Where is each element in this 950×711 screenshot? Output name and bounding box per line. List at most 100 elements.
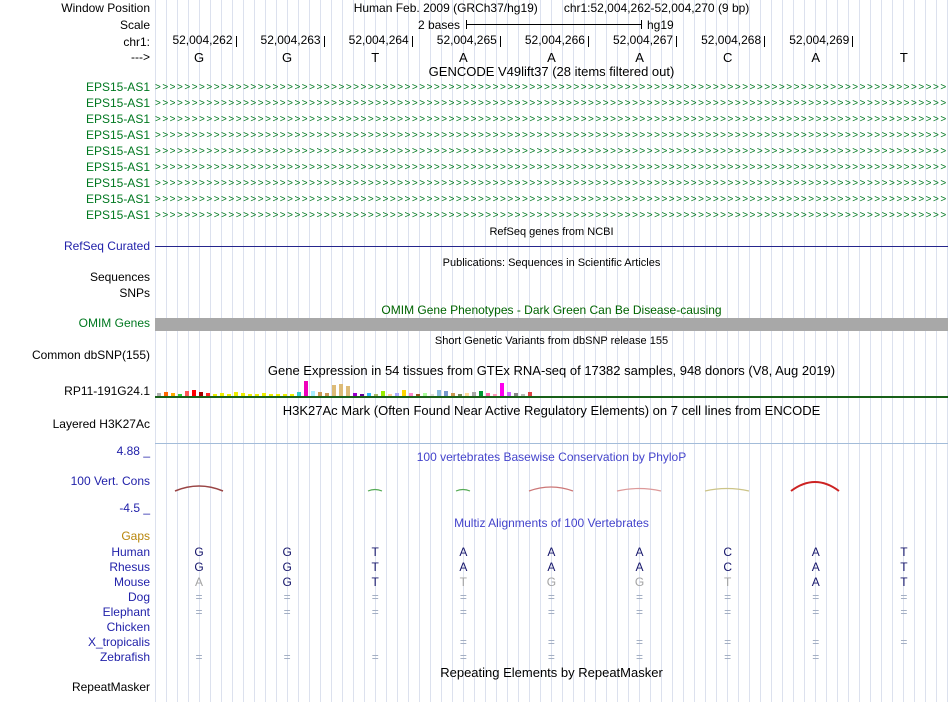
conservation-peak xyxy=(367,488,383,492)
alignment-base: = xyxy=(459,605,467,619)
ruler-position-label[interactable]: 52,004,269 xyxy=(775,34,849,47)
gene-label[interactable]: EPS15-AS1 xyxy=(0,96,150,111)
gtex-gene-model-line xyxy=(155,396,948,398)
track-title-refseq[interactable]: RefSeq genes from NCBI xyxy=(155,225,948,239)
gene-label[interactable]: EPS15-AS1 xyxy=(0,192,150,207)
alignment-base: T xyxy=(371,560,379,574)
track-title-h3k27ac[interactable]: H3K27Ac Mark (Often Found Near Active Re… xyxy=(155,404,948,418)
scale-value: 2 bases xyxy=(417,18,460,32)
reference-base: G xyxy=(193,50,205,65)
transcript-item[interactable]: >>>>>>>>>>>>>>>>>>>>>>>>>>>>>>>>>>>>>>>>… xyxy=(155,160,948,176)
conservation-peak xyxy=(174,485,224,492)
alignment-base: = xyxy=(283,590,291,604)
species-label[interactable]: Mouse xyxy=(0,575,150,590)
transcript-item[interactable]: >>>>>>>>>>>>>>>>>>>>>>>>>>>>>>>>>>>>>>>>… xyxy=(155,128,948,144)
ruler-tick xyxy=(764,36,766,47)
transcript-item[interactable]: >>>>>>>>>>>>>>>>>>>>>>>>>>>>>>>>>>>>>>>>… xyxy=(155,80,948,96)
reference-base: A xyxy=(635,50,644,65)
alignment-base: = xyxy=(900,635,908,649)
track-title-repeatmasker[interactable]: Repeating Elements by RepeatMasker xyxy=(155,666,948,680)
track-title-dbsnp[interactable]: Short Genetic Variants from dbSNP releas… xyxy=(155,334,948,348)
alignment-base: = xyxy=(900,590,908,604)
track-label-layered-h3k27ac[interactable]: Layered H3K27Ac xyxy=(0,417,150,432)
alignment-base: = xyxy=(547,605,555,619)
alignment-base: = xyxy=(724,605,732,619)
assembly-name: Human Feb. 2009 (GRCh37/hg19) xyxy=(353,1,538,15)
alignment-base: = xyxy=(195,590,203,604)
species-label[interactable]: Human xyxy=(0,545,150,560)
transcript-item[interactable]: >>>>>>>>>>>>>>>>>>>>>>>>>>>>>>>>>>>>>>>>… xyxy=(155,208,948,224)
alignment-base: = xyxy=(195,650,203,664)
transcript-item[interactable]: >>>>>>>>>>>>>>>>>>>>>>>>>>>>>>>>>>>>>>>>… xyxy=(155,112,948,128)
track-label-gtex-gene[interactable]: RP11-191G24.1 xyxy=(0,384,150,399)
gene-label[interactable]: EPS15-AS1 xyxy=(0,160,150,175)
alignment-base: = xyxy=(547,650,555,664)
transcript-item[interactable]: >>>>>>>>>>>>>>>>>>>>>>>>>>>>>>>>>>>>>>>>… xyxy=(155,96,948,112)
track-label-common-dbsnp[interactable]: Common dbSNP(155) xyxy=(0,348,150,363)
track-title-publications[interactable]: Publications: Sequences in Scientific Ar… xyxy=(155,256,948,270)
gene-label[interactable]: EPS15-AS1 xyxy=(0,176,150,191)
track-label-omim-genes[interactable]: OMIM Genes xyxy=(0,316,150,331)
alignment-base: A xyxy=(635,545,644,559)
conservation-peak xyxy=(455,488,471,492)
alignment-base: A xyxy=(811,545,820,559)
alignment-base: = xyxy=(371,650,379,664)
ruler-position-label[interactable]: 52,004,263 xyxy=(247,34,321,47)
transcript-item[interactable]: >>>>>>>>>>>>>>>>>>>>>>>>>>>>>>>>>>>>>>>>… xyxy=(155,192,948,208)
track-title-omim[interactable]: OMIM Gene Phenotypes - Dark Green Can Be… xyxy=(155,303,948,317)
alignment-base: T xyxy=(459,575,467,589)
ruler-position-label[interactable]: 52,004,264 xyxy=(335,34,409,47)
position-header: Human Feb. 2009 (GRCh37/hg19) chr1:52,00… xyxy=(155,1,948,15)
ruler-position-label[interactable]: 52,004,267 xyxy=(599,34,673,47)
alignment-base: = xyxy=(636,635,644,649)
ruler-position-label[interactable]: 52,004,266 xyxy=(511,34,585,47)
ruler-position-label[interactable]: 52,004,265 xyxy=(423,34,497,47)
alignment-base: G xyxy=(546,575,557,589)
alignment-base: T xyxy=(723,575,732,589)
alignment-base: A xyxy=(459,545,468,559)
track-title-gencode[interactable]: GENCODE V49lift37 (28 items filtered out… xyxy=(155,65,948,79)
alignment-base: = xyxy=(283,650,291,664)
track-title-multiz[interactable]: Multiz Alignments of 100 Vertebrates xyxy=(155,516,948,530)
track-label-refseq-curated[interactable]: RefSeq Curated xyxy=(0,239,150,254)
strand-direction-label: ---> xyxy=(131,50,150,64)
species-label[interactable]: Dog xyxy=(0,590,150,605)
species-label[interactable]: Chicken xyxy=(0,620,150,635)
species-label[interactable]: Rhesus xyxy=(0,560,150,575)
alignment-base: T xyxy=(371,575,379,589)
reference-base: T xyxy=(899,50,908,65)
omim-gene-bar[interactable] xyxy=(155,318,948,331)
species-label[interactable]: X_tropicalis xyxy=(0,635,150,650)
track-label-100-vert-cons[interactable]: 100 Vert. Cons xyxy=(0,474,150,489)
track-title-phylop[interactable]: 100 vertebrates Basewise Conservation by… xyxy=(155,450,948,464)
reference-base: A xyxy=(811,50,821,65)
gene-label[interactable]: EPS15-AS1 xyxy=(0,128,150,143)
gene-label[interactable]: EPS15-AS1 xyxy=(0,80,150,95)
transcript-item[interactable]: >>>>>>>>>>>>>>>>>>>>>>>>>>>>>>>>>>>>>>>>… xyxy=(155,176,948,192)
ruler-position-label[interactable]: 52,004,268 xyxy=(687,34,761,47)
track-label-snps[interactable]: SNPs xyxy=(0,286,150,301)
transcript-item[interactable]: >>>>>>>>>>>>>>>>>>>>>>>>>>>>>>>>>>>>>>>>… xyxy=(155,144,948,160)
ruler-position-label[interactable]: 52,004,262 xyxy=(159,34,232,47)
gene-label[interactable]: EPS15-AS1 xyxy=(0,208,150,223)
track-title-gtex[interactable]: Gene Expression in 54 tissues from GTEx … xyxy=(155,364,948,378)
alignment-base: T xyxy=(900,575,908,589)
label-window-position: Window Position xyxy=(61,1,150,15)
track-label-repeatmasker[interactable]: RepeatMasker xyxy=(0,680,150,695)
alignment-base: T xyxy=(371,545,379,559)
track-label-gaps[interactable]: Gaps xyxy=(0,529,150,544)
ruler-tick xyxy=(235,36,237,47)
conservation-peak xyxy=(528,486,574,492)
alignment-base: = xyxy=(547,635,555,649)
browser-image-area[interactable]: Human Feb. 2009 (GRCh37/hg19) chr1:52,00… xyxy=(155,0,948,711)
gene-label[interactable]: EPS15-AS1 xyxy=(0,112,150,127)
alignment-base: = xyxy=(459,635,467,649)
track-label-sequences[interactable]: Sequences xyxy=(0,270,150,285)
species-label[interactable]: Elephant xyxy=(0,605,150,620)
alignment-base: G xyxy=(282,560,292,574)
gene-label[interactable]: EPS15-AS1 xyxy=(0,144,150,159)
species-label[interactable]: Zebrafish xyxy=(0,650,150,665)
alignment-base: = xyxy=(459,590,467,604)
alignment-base: = xyxy=(724,590,732,604)
ruler-tick xyxy=(323,36,325,47)
